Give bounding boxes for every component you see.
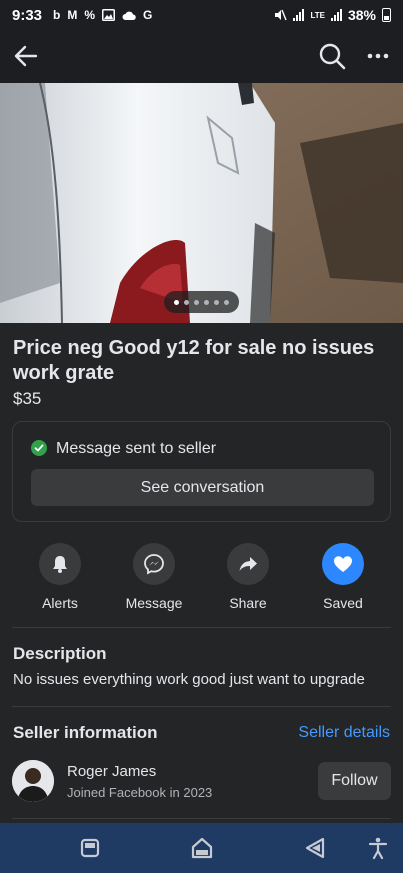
- share-arrow-icon: [227, 543, 269, 585]
- alerts-button[interactable]: Alerts: [15, 543, 105, 611]
- image-icon: [102, 9, 116, 21]
- follow-button[interactable]: Follow: [318, 762, 391, 800]
- action-row: Alerts Message Share Saved: [0, 543, 403, 613]
- divider: [12, 627, 391, 628]
- cloud-icon: [122, 11, 136, 20]
- bell-icon: [39, 543, 81, 585]
- notification-percent-icon: %: [84, 8, 96, 22]
- mute-icon: [275, 9, 288, 21]
- description-text: No issues everything work good just want…: [13, 671, 365, 688]
- system-nav-bar: [0, 823, 403, 873]
- seller-name[interactable]: Roger James: [67, 763, 156, 780]
- arrow-left-icon[interactable]: [12, 42, 40, 70]
- listing-photo[interactable]: [0, 83, 403, 323]
- car-photo-image: [0, 83, 403, 323]
- alerts-label: Alerts: [42, 595, 78, 611]
- page-dot: [194, 299, 199, 305]
- saved-button[interactable]: Saved: [298, 543, 388, 611]
- page-dot: [214, 299, 219, 305]
- seller-details-link[interactable]: Seller details: [298, 724, 390, 742]
- search-icon[interactable]: [318, 41, 346, 71]
- notification-g-icon: G: [143, 8, 153, 22]
- message-sent-card: Message sent to seller See conversation: [12, 421, 391, 522]
- message-label: Message: [125, 595, 183, 611]
- photo-pagination[interactable]: [164, 291, 239, 313]
- accessibility-icon[interactable]: [365, 835, 391, 861]
- notification-b-icon: b: [53, 8, 61, 22]
- page-dot: [184, 299, 189, 305]
- avatar[interactable]: [12, 760, 54, 802]
- listing-title: Price neg Good y12 for sale no issues wo…: [13, 337, 375, 384]
- divider: [12, 818, 391, 819]
- page-dot: [204, 299, 209, 305]
- message-status-text: Message sent to seller: [56, 440, 217, 457]
- page-dot-active: [174, 299, 179, 305]
- page-dot: [224, 299, 229, 305]
- share-button[interactable]: Share: [203, 543, 293, 611]
- seller-info-heading: Seller information: [13, 723, 158, 742]
- divider: [12, 706, 391, 707]
- message-button[interactable]: Message: [109, 543, 199, 611]
- signal-icon-2: [330, 9, 342, 21]
- listing-price: $35: [13, 389, 42, 408]
- notification-m-icon: M: [67, 8, 78, 22]
- status-time: 9:33: [12, 6, 43, 24]
- network-type: LTE: [310, 10, 325, 20]
- back-triangle-icon[interactable]: [302, 835, 328, 861]
- recent-apps-icon[interactable]: [77, 835, 103, 861]
- battery-percent: 38%: [347, 7, 376, 23]
- saved-label: Saved: [323, 595, 363, 611]
- more-horizontal-icon[interactable]: [364, 42, 392, 70]
- heart-icon: [322, 543, 364, 585]
- share-label: Share: [229, 595, 267, 611]
- see-conversation-button[interactable]: See conversation: [31, 469, 374, 506]
- home-icon[interactable]: [189, 835, 215, 861]
- description-heading: Description: [13, 644, 107, 663]
- status-bar: 9:33 b M % G LTE 38%: [0, 0, 403, 30]
- check-circle-icon: [31, 440, 47, 456]
- signal-icon: [293, 9, 305, 21]
- seller-joined: Joined Facebook in 2023: [67, 785, 213, 800]
- battery-icon: [382, 8, 391, 22]
- messenger-icon: [133, 543, 175, 585]
- app-bar: [0, 30, 403, 83]
